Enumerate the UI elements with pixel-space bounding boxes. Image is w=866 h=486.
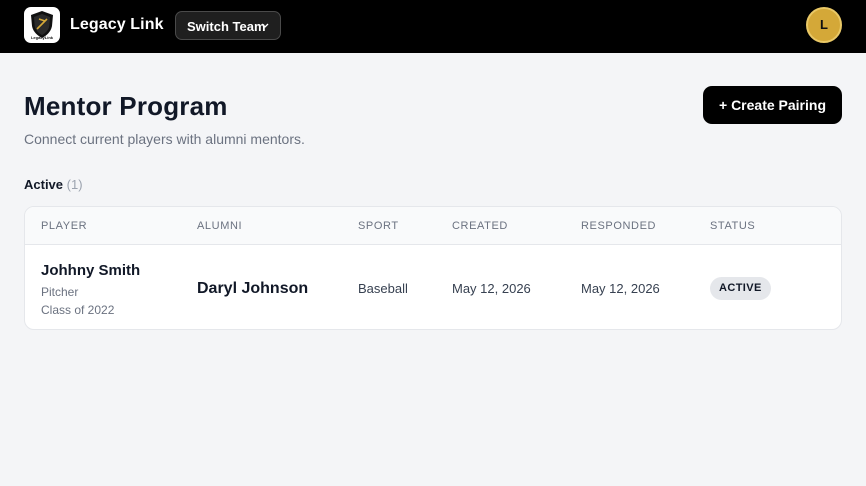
user-avatar[interactable]: L [806, 7, 842, 43]
page-subtitle: Connect current players with alumni ment… [24, 131, 305, 147]
table-header: PLAYER ALUMNI SPORT CREATED RESPONDED ST… [25, 207, 841, 245]
switch-team-button[interactable]: Switch Team [175, 11, 281, 40]
player-class-year: Class of 2022 [41, 303, 115, 317]
responded-date-cell: May 12, 2026 [581, 281, 660, 296]
column-header-alumni[interactable]: ALUMNI [197, 220, 242, 232]
player-position: Pitcher [41, 285, 79, 299]
top-navigation-bar: LegacyLink Legacy Link Switch Team L [0, 0, 866, 53]
page-title: Mentor Program [24, 91, 228, 121]
chevron-down-icon [261, 23, 269, 28]
column-header-player[interactable]: PLAYER [41, 220, 87, 232]
column-header-created[interactable]: CREATED [452, 220, 508, 232]
team-logo[interactable]: LegacyLink [24, 7, 60, 43]
alumni-name[interactable]: Daryl Johnson [197, 280, 308, 298]
create-pairing-button[interactable]: + Create Pairing [703, 86, 842, 124]
sport-cell: Baseball [358, 281, 408, 296]
switch-team-label: Switch Team [187, 19, 266, 34]
created-date-cell: May 12, 2026 [452, 281, 531, 296]
column-header-responded[interactable]: RESPONDED [581, 220, 656, 232]
pairings-table: PLAYER ALUMNI SPORT CREATED RESPONDED ST… [24, 206, 842, 330]
app-title: Legacy Link [70, 16, 164, 33]
logo-wordmark: LegacyLink [30, 35, 53, 40]
section-label: Active [24, 177, 64, 192]
section-count: (1) [66, 177, 83, 192]
active-section-heading: Active (1) [24, 177, 83, 192]
player-name[interactable]: Johhny Smith [41, 262, 140, 279]
column-header-sport[interactable]: SPORT [358, 220, 399, 232]
column-header-status[interactable]: STATUS [710, 220, 755, 232]
status-badge: ACTIVE [710, 277, 771, 300]
